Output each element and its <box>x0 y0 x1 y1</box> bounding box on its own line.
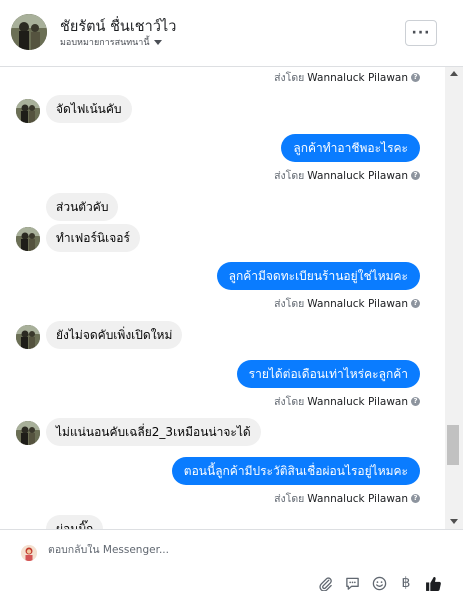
sent-by-line: ส่งโดย Wannaluck Pilawan ? <box>274 167 420 184</box>
conversation-header: ชัยรัตน์ ชื่นเชาว์ไว มอบหมายการสนทนานี้ … <box>0 0 463 67</box>
incoming-message[interactable]: ส่วนตัวคับ <box>46 193 119 221</box>
outgoing-message[interactable]: ลูกค้ามีจดทะเบียนร้านอยู่ใช่ไหมคะ <box>216 262 420 290</box>
outgoing-message[interactable]: ตอนนี้ลูกค้ามีประวัติสินเชื่อผ่อนไรอยู่ไ… <box>171 457 420 485</box>
sent-by-line: ส่งโดย Wannaluck Pilawan ? <box>274 69 420 86</box>
info-icon[interactable]: ? <box>411 299 420 308</box>
sent-by-prefix: ส่งโดย <box>274 493 305 505</box>
outgoing-message[interactable]: รายได้ต่อเดือนเท่าไหร่คะลูกค้า <box>236 360 420 388</box>
contact-avatar-small[interactable] <box>16 99 40 123</box>
outgoing-message[interactable]: ลูกค้าทำอาชีพอะไรคะ <box>281 134 420 162</box>
sent-by-prefix: ส่งโดย <box>274 298 305 310</box>
incoming-message[interactable]: ผ่อนบิ๊ก <box>46 515 104 529</box>
sender-name[interactable]: Wannaluck Pilawan <box>307 72 408 84</box>
like-icon[interactable] <box>424 574 442 592</box>
incoming-message[interactable]: จัดไฟเน้นคับ <box>46 95 132 123</box>
info-icon[interactable]: ? <box>411 397 420 406</box>
sent-by-prefix: ส่งโดย <box>274 396 305 408</box>
sent-by-line: ส่งโดย Wannaluck Pilawan ? <box>274 393 420 410</box>
scrollbar[interactable] <box>445 67 463 529</box>
emoji-icon[interactable] <box>370 574 388 592</box>
sent-by-prefix: ส่งโดย <box>274 170 305 182</box>
reply-input[interactable] <box>48 544 428 556</box>
contact-avatar-small[interactable] <box>16 227 40 251</box>
sent-by-line: ส่งโดย Wannaluck Pilawan ? <box>274 295 420 312</box>
sender-name[interactable]: Wannaluck Pilawan <box>307 493 408 505</box>
sender-name[interactable]: Wannaluck Pilawan <box>307 396 408 408</box>
info-icon[interactable]: ? <box>411 73 420 82</box>
scroll-thumb[interactable] <box>447 425 459 465</box>
more-options-button[interactable]: ··· <box>405 20 437 46</box>
message-thread: ส่งโดย Wannaluck Pilawan ? จัดไฟเน้นคับ … <box>0 67 445 529</box>
baht-icon[interactable]: ฿ <box>397 574 415 592</box>
assign-conversation-dropdown[interactable]: มอบหมายการสนทนานี้ <box>60 35 162 49</box>
sent-by-line: ส่งโดย Wannaluck Pilawan ? <box>274 490 420 507</box>
contact-avatar-small[interactable] <box>16 421 40 445</box>
caret-down-icon <box>153 39 162 45</box>
info-icon[interactable]: ? <box>411 171 420 180</box>
sender-name[interactable]: Wannaluck Pilawan <box>307 298 408 310</box>
assign-conversation-label: มอบหมายการสนทนานี้ <box>60 38 150 48</box>
incoming-message[interactable]: ไม่แน่นอนคับเฉลี่ย2_3เหมือนน่าจะได้ <box>46 418 261 446</box>
saved-reply-icon[interactable] <box>343 574 361 592</box>
reply-composer: ฿ <box>0 529 463 593</box>
scroll-up-arrow-icon[interactable] <box>450 71 458 76</box>
incoming-message[interactable]: ยังไม่จดคับเพิ่งเปิดใหม่ <box>46 321 183 349</box>
page-avatar <box>21 545 37 561</box>
contact-avatar-small[interactable] <box>16 325 40 349</box>
info-icon[interactable]: ? <box>411 494 420 503</box>
paperclip-icon[interactable] <box>316 574 334 592</box>
scroll-down-arrow-icon[interactable] <box>450 519 458 524</box>
sent-by-prefix: ส่งโดย <box>274 72 305 84</box>
contact-avatar[interactable] <box>11 14 47 50</box>
sender-name[interactable]: Wannaluck Pilawan <box>307 170 408 182</box>
incoming-message[interactable]: ทำเฟอร์นิเจอร์ <box>46 224 140 252</box>
